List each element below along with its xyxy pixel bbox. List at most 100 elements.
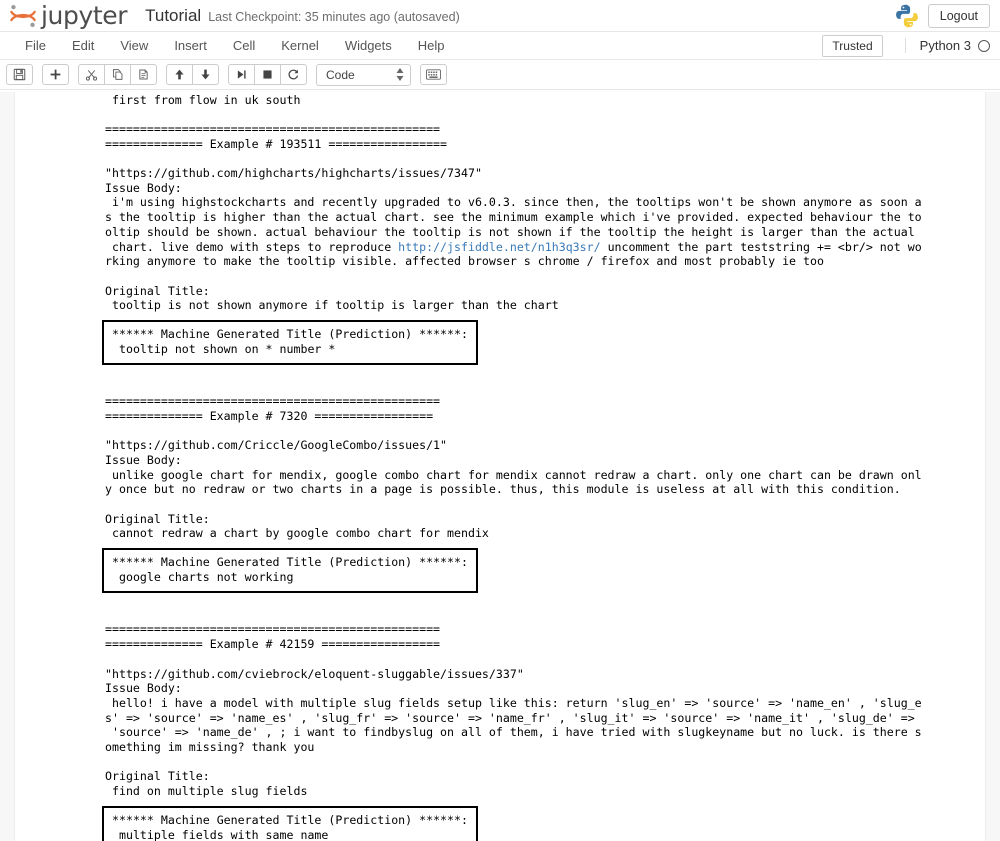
cell-type-value: Code xyxy=(326,67,355,82)
example-2-original-title: cannot redraw a chart by google combo ch… xyxy=(105,526,489,541)
arrow-down-icon xyxy=(201,69,210,80)
example-2-issue-body-label: Issue Body: xyxy=(105,453,182,468)
example-1-header: ============== Example # 193511 ========… xyxy=(105,136,448,151)
paste-icon xyxy=(139,69,148,80)
prediction-box-2: ****** Machine Generated Title (Predicti… xyxy=(102,548,478,594)
example-1-body-line-2: s the tooltip is higher than the actual … xyxy=(105,210,922,225)
scissors-icon xyxy=(85,70,98,81)
logout-button[interactable]: Logout xyxy=(927,3,990,28)
example-2-body-line-2: y once but no redraw or two charts in a … xyxy=(105,482,901,497)
jupyter-notebook-app: jupyter Tutorial Last Checkpoint: 35 min… xyxy=(0,0,1000,841)
cell-output-area[interactable]: ****** Machine Generated Title (Predicti… xyxy=(15,92,985,841)
command-palette-button[interactable] xyxy=(420,64,447,85)
example-1-body-line-1: i'm using highstockcharts and recently u… xyxy=(105,195,922,210)
example-3-rule: ========================================… xyxy=(105,622,441,637)
jupyter-brand[interactable]: jupyter xyxy=(8,3,128,29)
plus-icon xyxy=(50,69,61,80)
copy-icon xyxy=(112,69,123,80)
menu-item-widgets[interactable]: Widgets xyxy=(332,34,405,57)
menu-item-view[interactable]: View xyxy=(107,34,161,57)
menu-item-insert[interactable]: Insert xyxy=(161,34,220,57)
menu-bar: File Edit View Insert Cell Kernel Widget… xyxy=(0,32,1000,60)
example-1-body-line-4: chart. live demo with steps to reproduce xyxy=(105,239,399,254)
menu-item-edit[interactable]: Edit xyxy=(59,34,107,57)
example-3-body-line-3: 'source' => 'name_de' , ; i want to find… xyxy=(105,725,922,740)
example-2-original-title-label: Original Title: xyxy=(105,511,210,526)
restart-kernel-button[interactable] xyxy=(280,64,307,85)
move-cell-down-button[interactable] xyxy=(192,64,219,85)
example-block-2: ========================================… xyxy=(105,365,977,541)
clipped-prediction-title: first from flow in uk south xyxy=(105,92,301,107)
keyboard-palette-icon xyxy=(426,69,441,80)
menubar-right-group: Trusted Python 3 xyxy=(822,34,1000,57)
interrupt-kernel-button[interactable] xyxy=(254,64,281,85)
example-3-original-title: find on multiple slug fields xyxy=(105,784,308,799)
example-1-body-after-link: uncomment the part teststring += <br/> n… xyxy=(600,239,922,254)
cell-type-select[interactable]: Code xyxy=(316,63,411,86)
toolbar-group-clipboard xyxy=(78,64,157,85)
example-2-header: ============== Example # 7320 ==========… xyxy=(105,408,434,423)
move-cell-up-button[interactable] xyxy=(166,64,193,85)
example-3-original-title-label: Original Title: xyxy=(105,769,210,784)
example-2-prediction-label: ****** Machine Generated Title (Predicti… xyxy=(112,555,468,570)
notebook-container: ****** Machine Generated Title (Predicti… xyxy=(14,92,986,841)
cut-cell-button[interactable] xyxy=(78,64,105,85)
run-play-icon xyxy=(237,70,246,79)
output-stream-text: ****** Machine Generated Title (Predicti… xyxy=(105,92,977,122)
restart-circular-arrow-icon xyxy=(288,69,299,80)
example-1-original-title: tooltip is not shown anymore if tooltip … xyxy=(105,298,559,313)
example-3-prediction-label: ****** Machine Generated Title (Predicti… xyxy=(112,812,468,827)
floppy-disk-icon xyxy=(13,68,26,81)
jsfiddle-link[interactable]: http://jsfiddle.net/n1h3q3sr/ xyxy=(398,240,600,254)
menu-item-file[interactable]: File xyxy=(12,34,59,57)
save-button[interactable] xyxy=(6,64,33,85)
example-1-issue-body-label: Issue Body: xyxy=(105,180,182,195)
kernel-indicator[interactable]: Python 3 xyxy=(904,38,990,53)
menu-item-kernel[interactable]: Kernel xyxy=(268,34,332,57)
notebook-scroll-area[interactable]: ****** Machine Generated Title (Predicti… xyxy=(0,92,1000,841)
prediction-text-3: ****** Machine Generated Title (Predicti… xyxy=(112,813,468,841)
prediction-box-1: ****** Machine Generated Title (Predicti… xyxy=(102,319,478,365)
notebook-name[interactable]: Tutorial xyxy=(145,6,201,26)
example-2-body-line-1: unlike google chart for mendix, google c… xyxy=(105,467,922,482)
notebook-toolbar: Code xyxy=(0,60,1000,90)
example-2-url: "https://github.com/Criccle/GoogleCombo/… xyxy=(105,438,448,453)
trusted-badge[interactable]: Trusted xyxy=(822,34,883,57)
example-3-body-line-2: s' => 'source' => 'name_es' , 'slug_fr' … xyxy=(105,710,915,725)
example-1-url: "https://github.com/highcharts/highchart… xyxy=(105,166,482,181)
menu-item-help[interactable]: Help xyxy=(405,34,458,57)
example-3-body-line-1: hello! i have a model with multiple slug… xyxy=(105,695,922,710)
example-1-prediction-title: tooltip not shown on * number * xyxy=(112,341,336,356)
paste-cell-button[interactable] xyxy=(130,64,157,85)
example-3-issue-body-label: Issue Body: xyxy=(105,681,182,696)
notebook-header: jupyter Tutorial Last Checkpoint: 35 min… xyxy=(0,0,1000,32)
last-checkpoint-label: Last Checkpoint: 35 minutes ago (autosav… xyxy=(208,9,460,24)
run-cell-button[interactable] xyxy=(228,64,255,85)
kernel-name-label: Python 3 xyxy=(919,38,971,53)
toolbar-group-palette xyxy=(420,64,447,85)
example-3-url: "https://github.com/cviebrock/eloquent-s… xyxy=(105,666,524,681)
example-1-original-title-label: Original Title: xyxy=(105,283,210,298)
insert-cell-below-button[interactable] xyxy=(42,64,69,85)
python-logo-icon xyxy=(895,4,918,27)
copy-cell-button[interactable] xyxy=(104,64,131,85)
example-1-body-last-line: rking anymore to make the tooltip visibl… xyxy=(105,254,824,269)
example-1-rule: ========================================… xyxy=(105,122,441,137)
menu-item-cell[interactable]: Cell xyxy=(220,34,268,57)
prediction-text-1: ****** Machine Generated Title (Predicti… xyxy=(112,327,468,357)
jupyter-logo-icon xyxy=(10,4,36,27)
example-block-3: ========================================… xyxy=(105,593,977,799)
toolbar-group-insert xyxy=(42,64,69,85)
example-1-prediction-label: ****** Machine Generated Title (Predicti… xyxy=(112,326,468,341)
toolbar-group-move xyxy=(166,64,219,85)
toolbar-group-run xyxy=(228,64,307,85)
prediction-box-3: ****** Machine Generated Title (Predicti… xyxy=(102,805,478,841)
example-3-body-line-4: omething im missing? thank you xyxy=(105,739,315,754)
